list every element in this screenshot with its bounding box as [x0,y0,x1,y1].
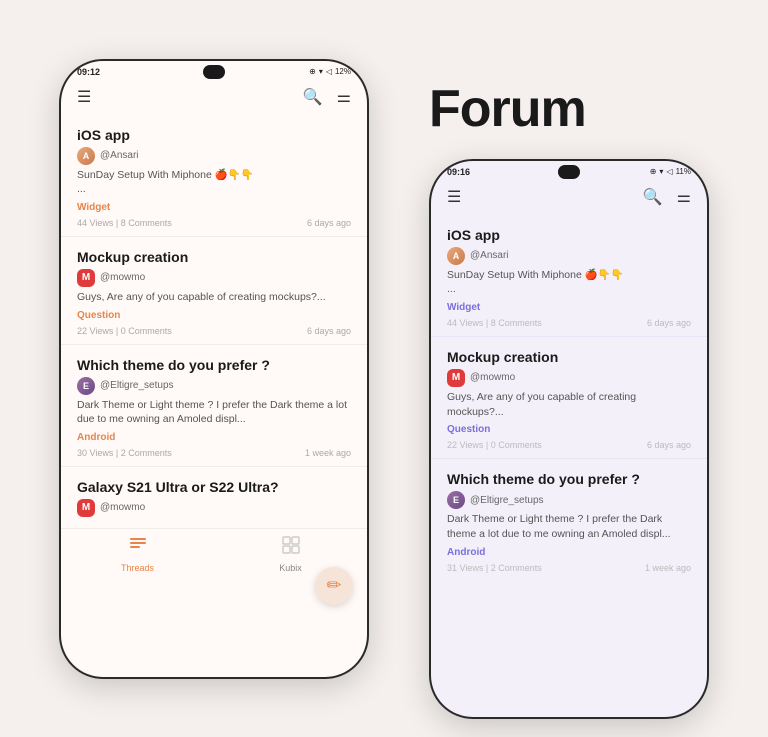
post-item-dark-3[interactable]: Which theme do you prefer ? E @Eltigre_s… [431,459,707,580]
filter-icon-dark[interactable]: ⚌ [677,187,691,207]
post-author-row-light-2: M @mowmo [77,269,351,287]
notch-dark [558,165,580,179]
author-name-light-1: @Ansari [100,150,139,161]
post-tag-light-1: Widget [77,202,351,213]
post-item-light-2[interactable]: Mockup creation M @mowmo Guys, Are any o… [61,237,367,345]
post-meta-dark-3: 31 Views | 2 Comments 1 week ago [447,563,691,573]
post-excerpt-dark-1: SunDay Setup With Miphone 🍎👇👇 ... [447,268,691,297]
post-title-dark-3: Which theme do you prefer ? [447,471,691,487]
avatar-dark-2: M [447,369,465,387]
post-item-dark-1[interactable]: iOS app A @Ansari SunDay Setup With Miph… [431,215,707,337]
bottom-nav-kubix[interactable]: Kubix [214,535,367,573]
post-tag-light-2: Question [77,310,351,321]
threads-icon [128,535,148,560]
post-tag-dark-3: Android [447,547,691,558]
author-name-dark-3: @Eltigre_setups [470,495,544,506]
status-bar-dark: 09:16 ⊕ ▾ ◁ 11% [431,161,707,181]
phone-light: 09:12 ⊕ ▾ ◁ 12% ☰ 🔍 ⚌ iOS app A [59,59,369,679]
menu-icon-dark[interactable]: ☰ [447,187,461,207]
menu-icon-light[interactable]: ☰ [77,87,91,107]
page-container: 09:12 ⊕ ▾ ◁ 12% ☰ 🔍 ⚌ iOS app A [0,0,768,737]
posts-area-light: iOS app A @Ansari SunDay Setup With Miph… [61,115,367,528]
status-icons-dark: ⊕ ▾ ◁ 11% [650,167,691,176]
post-excerpt-light-3: Dark Theme or Light theme ? I prefer the… [77,398,351,427]
avatar-light-2: M [77,269,95,287]
avatar-light-3: E [77,377,95,395]
post-author-row-light-1: A @Ansari [77,147,351,165]
search-icon-dark[interactable]: 🔍 [643,187,663,207]
post-item-light-3[interactable]: Which theme do you prefer ? E @Eltigre_s… [61,345,367,467]
bottom-nav-threads[interactable]: Threads [61,535,214,573]
post-tag-light-3: Android [77,432,351,443]
post-excerpt-light-1: SunDay Setup With Miphone 🍎👇👇 ... [77,168,351,197]
fab-button-light[interactable]: ✏ [315,567,353,605]
post-item-light-1[interactable]: iOS app A @Ansari SunDay Setup With Miph… [61,115,367,237]
post-meta-dark-1: 44 Views | 8 Comments 6 days ago [447,318,691,328]
search-icon-light[interactable]: 🔍 [303,87,323,107]
post-item-light-4[interactable]: Galaxy S21 Ultra or S22 Ultra? M @mowmo [61,467,367,528]
post-title-light-1: iOS app [77,127,351,143]
post-excerpt-dark-3: Dark Theme or Light theme ? I prefer the… [447,512,691,541]
phone-dark: 09:16 ⊕ ▾ ◁ 11% ☰ 🔍 ⚌ [429,159,709,719]
author-name-dark-1: @Ansari [470,250,509,261]
post-meta-light-1: 44 Views | 8 Comments 6 days ago [77,218,351,228]
forum-title: Forum [429,79,586,139]
status-time-dark: 09:16 [447,167,470,177]
post-author-row-dark-3: E @Eltigre_setups [447,491,691,509]
post-title-light-2: Mockup creation [77,249,351,265]
post-title-light-4: Galaxy S21 Ultra or S22 Ultra? [77,479,351,495]
post-meta-dark-2: 22 Views | 0 Comments 6 days ago [447,440,691,450]
post-title-dark-2: Mockup creation [447,349,691,365]
post-title-light-3: Which theme do you prefer ? [77,357,351,373]
threads-label: Threads [121,563,154,573]
author-name-light-4: @mowmo [100,502,145,513]
post-excerpt-light-2: Guys, Are any of you capable of creating… [77,290,351,305]
post-excerpt-dark-2: Guys, Are any of you capable of creating… [447,390,691,419]
status-icons-light: ⊕ ▾ ◁ 12% [309,67,351,76]
post-meta-light-3: 30 Views | 2 Comments 1 week ago [77,448,351,458]
avatar-light-1: A [77,147,95,165]
post-item-dark-2[interactable]: Mockup creation M @mowmo Guys, Are any o… [431,337,707,459]
filter-icon-light[interactable]: ⚌ [337,87,351,107]
author-name-light-3: @Eltigre_setups [100,380,174,391]
avatar-dark-3: E [447,491,465,509]
avatar-dark-1: A [447,247,465,265]
post-tag-dark-1: Widget [447,302,691,313]
post-author-row-dark-2: M @mowmo [447,369,691,387]
status-time-light: 09:12 [77,67,100,77]
post-title-dark-1: iOS app [447,227,691,243]
post-tag-dark-2: Question [447,424,691,435]
avatar-light-4: M [77,499,95,517]
kubix-label: Kubix [279,563,302,573]
posts-area-dark: iOS app A @Ansari SunDay Setup With Miph… [431,215,707,581]
post-author-row-light-4: M @mowmo [77,499,351,517]
post-meta-light-2: 22 Views | 0 Comments 6 days ago [77,326,351,336]
top-nav-dark: ☰ 🔍 ⚌ [431,181,707,215]
notch-light [203,65,225,79]
post-author-row-light-3: E @Eltigre_setups [77,377,351,395]
author-name-light-2: @mowmo [100,272,145,283]
author-name-dark-2: @mowmo [470,372,515,383]
status-bar-light: 09:12 ⊕ ▾ ◁ 12% [61,61,367,81]
post-author-row-dark-1: A @Ansari [447,247,691,265]
top-nav-light: ☰ 🔍 ⚌ [61,81,367,115]
kubix-icon [281,535,301,560]
right-section: Forum 09:16 ⊕ ▾ ◁ 11% ☰ 🔍 ⚌ [429,19,709,719]
